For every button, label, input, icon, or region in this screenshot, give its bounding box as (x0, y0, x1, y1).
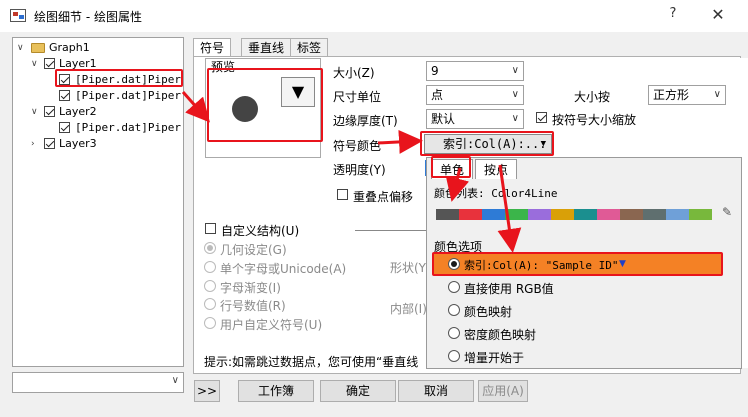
annotation-arrows (181, 91, 522, 253)
arrow-tree-to-preview (181, 91, 210, 123)
arrow-to-single (445, 167, 470, 202)
cancel-button[interactable]: 取消 (398, 380, 474, 402)
apply-button[interactable]: 应用(A) (478, 380, 528, 402)
arrow-to-color (377, 129, 423, 154)
ok-button[interactable]: 确定 (320, 380, 396, 402)
dialog-window: 绘图细节 - 绘图属性 ? ✕ ∨ Graph1 ∨ Layer1 [Piper… (0, 0, 748, 417)
workbook-button[interactable]: 工作簿 (238, 380, 314, 402)
more-button[interactable]: >> (194, 380, 220, 402)
arrow-to-option (497, 164, 522, 253)
